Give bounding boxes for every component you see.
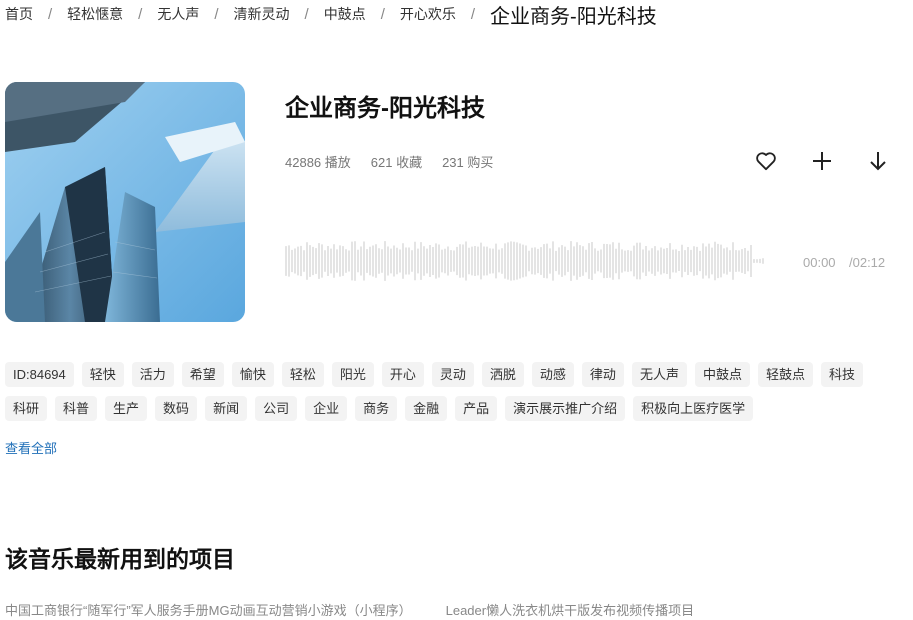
track-title: 企业商务-阳光科技: [285, 95, 485, 122]
tag[interactable]: 商务: [355, 396, 398, 421]
breadcrumb-item[interactable]: 中鼓点: [324, 4, 366, 24]
tag[interactable]: 科技: [820, 362, 863, 387]
tag[interactable]: 轻快: [81, 362, 124, 387]
tag[interactable]: 生产: [105, 396, 148, 421]
tag[interactable]: 中鼓点: [694, 362, 750, 387]
breadcrumb-item[interactable]: 清新灵动: [234, 4, 290, 24]
section-title: 该音乐最新用到的项目: [5, 546, 235, 572]
tag[interactable]: 企业: [305, 396, 348, 421]
tag[interactable]: 轻鼓点: [757, 362, 813, 387]
tag-list: ID:84694 轻快 活力 希望 愉快 轻松 阳光 开心 灵动 洒脱 动感 律动 无人声 中鼓点 轻鼓点科…: [5, 362, 865, 421]
cover-image: [5, 82, 245, 322]
tag[interactable]: 灵动: [431, 362, 474, 387]
download-icon[interactable]: [866, 149, 890, 173]
favorite-count: 621 收藏: [370, 155, 423, 170]
heart-icon[interactable]: [754, 149, 778, 173]
breadcrumb-item[interactable]: 轻松惬意: [67, 4, 123, 24]
breadcrumb-separator: /: [138, 5, 143, 23]
view-all-link[interactable]: 查看全部: [5, 438, 57, 457]
total-time: /02:12: [849, 255, 886, 270]
tag[interactable]: 积极向上医疗医学: [633, 396, 754, 421]
tag[interactable]: 公司: [255, 396, 298, 421]
project-link[interactable]: Leader懒人洗衣机烘干版发布视频传播项目: [446, 600, 694, 619]
current-time: 00:00: [803, 255, 836, 270]
tag[interactable]: 演示展示推广介绍: [505, 396, 626, 421]
tag[interactable]: 律动: [581, 362, 624, 387]
tag[interactable]: 金融: [405, 396, 448, 421]
breadcrumb-item[interactable]: 无人声: [157, 4, 199, 24]
plus-icon[interactable]: [810, 149, 834, 173]
tag[interactable]: 阳光: [331, 362, 374, 387]
breadcrumb-home[interactable]: 首页: [5, 4, 33, 24]
tag[interactable]: 产品: [455, 396, 498, 421]
breadcrumb-separator: /: [48, 5, 53, 23]
tag[interactable]: 无人声: [631, 362, 687, 387]
breadcrumb-item[interactable]: 开心欢乐: [400, 4, 456, 24]
tag[interactable]: 科普: [55, 396, 98, 421]
breadcrumb-separator: /: [304, 5, 309, 23]
tag[interactable]: 希望: [181, 362, 224, 387]
breadcrumb-separator: /: [214, 5, 219, 23]
tag[interactable]: 新闻: [205, 396, 248, 421]
breadcrumb-separator: /: [470, 5, 476, 23]
tag[interactable]: 活力: [131, 362, 174, 387]
track-actions: [754, 149, 890, 173]
tag[interactable]: 动感: [531, 362, 574, 387]
tag[interactable]: 开心: [381, 362, 424, 387]
waveform[interactable]: [285, 240, 775, 282]
tag[interactable]: 洒脱: [481, 362, 524, 387]
breadcrumb-separator: /: [380, 5, 385, 23]
play-count: 42886 播放: [285, 155, 351, 170]
project-list: 中国工商银行“随军行”军人服务手册MG动画互动营销小游戏（小程序） Leader…: [5, 600, 694, 619]
tag[interactable]: 科研: [5, 396, 48, 421]
project-link[interactable]: 中国工商银行“随军行”军人服务手册MG动画互动营销小游戏（小程序）: [5, 600, 412, 619]
breadcrumb-current: 企业商务-阳光科技: [490, 5, 657, 28]
tag[interactable]: 愉快: [231, 362, 274, 387]
tag-id[interactable]: ID:84694: [5, 362, 74, 387]
tag[interactable]: 数码: [155, 396, 198, 421]
tag[interactable]: 轻松: [281, 362, 324, 387]
breadcrumb: 首页 / 轻松惬意 / 无人声 / 清新灵动 / 中鼓点 / 开心欢乐 / 企业…: [5, 0, 657, 28]
purchase-count: 231 购买: [442, 155, 494, 170]
track-stats: 42886 播放 621 收藏 231 购买: [285, 152, 493, 171]
